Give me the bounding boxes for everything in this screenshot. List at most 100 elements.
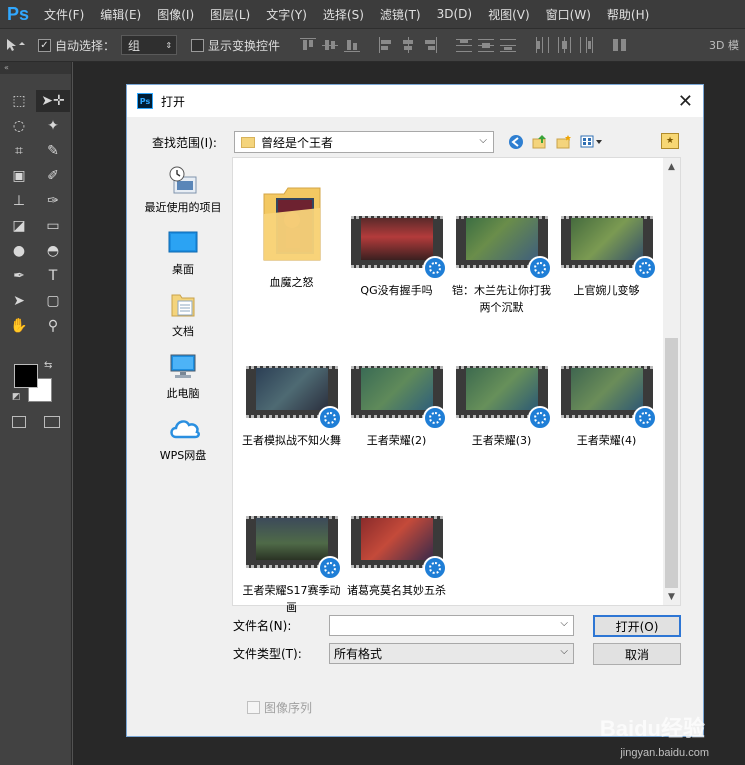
vertical-scrollbar[interactable]: ▲ ▼ [663,158,680,605]
menu-filter[interactable]: 滤镜(T) [372,0,429,28]
align-hcenter-icon[interactable] [400,37,416,53]
clone-stamp-tool-icon[interactable]: ⊥ [2,190,36,212]
pen-tool-icon[interactable]: ✒ [2,265,36,287]
new-folder-icon[interactable] [555,133,573,151]
distribute-left-icon[interactable] [534,37,550,53]
favorites-folder-icon[interactable]: ★ [661,133,679,149]
back-icon[interactable] [507,133,525,151]
distribute-bottom-icon[interactable] [500,37,517,53]
baidu-watermark-url: jingyan.baidu.com [620,747,709,759]
auto-align-icon[interactable] [612,37,628,53]
list-item[interactable]: QG没有握手吗 [344,176,449,326]
panel-collapse-icon[interactable]: « [0,62,71,74]
zoom-tool-icon[interactable]: ⚲ [36,315,70,337]
scroll-up-icon[interactable]: ▲ [663,158,680,175]
up-folder-icon[interactable] [531,133,549,151]
list-item[interactable]: 王者荣耀S17赛季动画 [239,476,344,626]
place-desktop[interactable]: 桌面 [137,227,229,281]
align-vcenter-icon[interactable] [322,37,339,53]
color-swatches[interactable]: ⇆ ◩ [12,360,58,408]
path-selection-tool-icon[interactable]: ➤ [2,290,36,312]
file-label: 王者荣耀(4) [576,434,637,447]
eraser-tool-icon[interactable]: ◪ [2,215,36,237]
history-brush-tool-icon[interactable]: ✑ [36,190,70,212]
place-wps-cloud[interactable]: WPS网盘 [137,413,229,467]
menu-bar: Ps 文件(F) 编辑(E) 图像(I) 图层(L) 文字(Y) 选择(S) 滤… [0,0,745,28]
menu-file[interactable]: 文件(F) [36,0,92,28]
menu-select[interactable]: 选择(S) [315,0,372,28]
menu-view[interactable]: 视图(V) [480,0,538,28]
lasso-tool-icon[interactable]: ◌ [2,115,36,137]
list-item[interactable]: 上官婉儿变够 [554,176,659,326]
rectangle-tool-icon[interactable]: ▢ [36,290,70,312]
file-list[interactable]: 血魔之怒 QG没有握手吗 铠：木兰先让你打我两个沉默 上官婉儿变够 王者模拟战不… [232,157,681,614]
video-thumbnail [350,216,447,280]
brush-tool-icon[interactable]: ✐ [36,165,70,187]
magic-wand-tool-icon[interactable]: ✦ [36,115,70,137]
look-in-dropdown[interactable]: 曾经是个王者 ⌵ [234,131,494,153]
distribute-top-icon[interactable] [456,37,473,53]
align-bottom-icon[interactable] [344,37,361,53]
file-label: 王者模拟战不知火舞 [242,434,341,447]
open-button[interactable]: 打开(O) [593,615,681,637]
show-transform-checkbox[interactable] [191,38,205,52]
place-this-pc[interactable]: 此电脑 [137,351,229,405]
video-thumbnail [455,216,552,280]
list-item[interactable]: 王者荣耀(2) [344,326,449,476]
filetype-select[interactable]: 所有格式 ⌵ [329,643,574,664]
hand-tool-icon[interactable]: ✋ [2,315,36,337]
auto-select-value: 组 [128,38,141,53]
eyedropper-tool-icon[interactable]: ✎ [36,140,70,162]
menu-edit[interactable]: 编辑(E) [92,0,149,28]
video-thumbnail [245,366,342,430]
dodge-tool-icon[interactable]: ◓ [36,240,70,262]
swap-colors-icon[interactable]: ⇆ [44,360,52,371]
look-in-label: 查找范围(I): [152,135,217,150]
list-item[interactable]: 王者模拟战不知火舞 [239,326,344,476]
place-documents[interactable]: 文档 [137,289,229,343]
foreground-color-swatch[interactable] [14,364,38,388]
auto-select-dropdown[interactable]: 组 ⇕ [121,35,178,55]
distribute-right-icon[interactable] [578,37,594,53]
photoshop-logo: Ps [6,3,30,24]
screen-mode-icon[interactable] [44,416,60,428]
marquee-tool-icon[interactable]: ⬚ [2,90,36,112]
list-item[interactable]: 王者荣耀(4) [554,326,659,476]
auto-select-checkbox[interactable]: ✓ [38,38,51,52]
video-file-icon [317,556,342,580]
blur-tool-icon[interactable]: ● [2,240,36,262]
menu-layer[interactable]: 图层(L) [202,0,258,28]
menu-window[interactable]: 窗口(W) [538,0,599,28]
filename-input[interactable]: ⌵ [329,615,574,636]
move-tool-icon[interactable]: ➤✛ [36,90,70,112]
crop-tool-icon[interactable]: ⌗ [2,140,36,162]
scroll-thumb[interactable] [665,338,678,588]
view-menu-icon[interactable] [579,133,605,151]
type-tool-icon[interactable]: T [36,265,70,287]
image-sequence-checkbox[interactable] [247,701,260,714]
place-recent-items[interactable]: 最近使用的项目 [137,165,229,219]
scroll-down-icon[interactable]: ▼ [663,588,680,605]
list-item[interactable]: 王者荣耀(3) [449,326,554,476]
list-item[interactable]: 血魔之怒 [239,176,344,326]
menu-type[interactable]: 文字(Y) [258,0,315,28]
align-top-icon[interactable] [300,37,317,53]
quick-mask-icon[interactable] [12,416,26,428]
close-icon[interactable]: ✕ [678,91,693,112]
chevron-down-icon[interactable]: ⌵ [560,618,568,629]
move-tool-preset-icon[interactable] [0,30,30,60]
menu-image[interactable]: 图像(I) [149,0,202,28]
menu-help[interactable]: 帮助(H) [599,0,657,28]
default-colors-icon[interactable]: ◩ [12,392,21,402]
align-right-icon[interactable] [422,37,438,53]
menu-3d[interactable]: 3D(D) [429,0,480,28]
gradient-tool-icon[interactable]: ▭ [36,215,70,237]
desktop-icon [168,227,198,257]
cancel-button[interactable]: 取消 [593,643,681,665]
distribute-hcenter-icon[interactable] [556,37,572,53]
distribute-vcenter-icon[interactable] [478,37,495,53]
align-left-icon[interactable] [378,37,394,53]
list-item[interactable]: 铠：木兰先让你打我两个沉默 [449,176,554,326]
list-item[interactable]: 诸葛亮莫名其妙五杀 [344,476,449,626]
healing-brush-tool-icon[interactable]: ▣ [2,165,36,187]
